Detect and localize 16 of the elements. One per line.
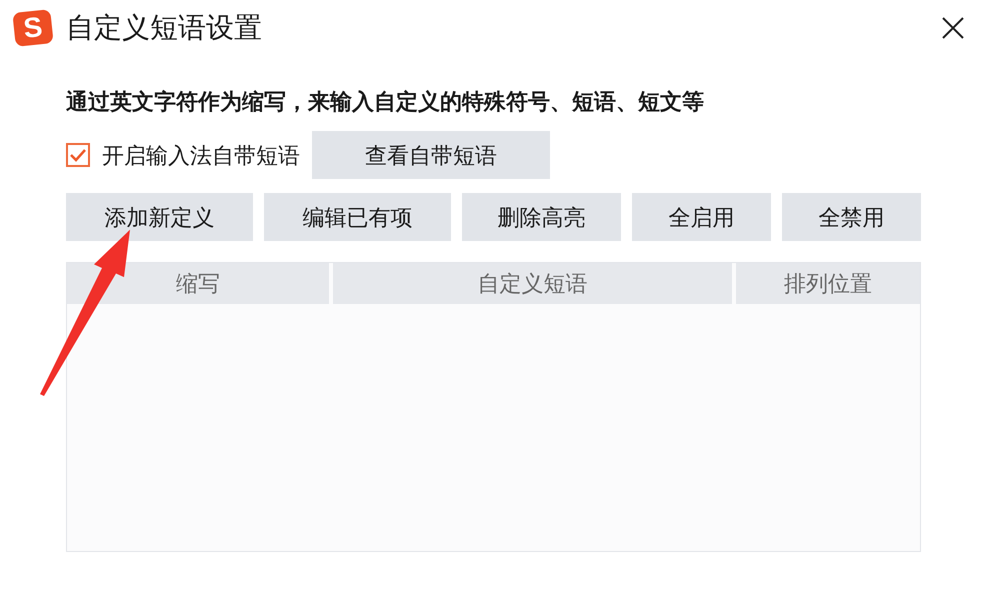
description: 通过英文字符作为缩写，来输入自定义的特殊符号、短语、短文等 bbox=[66, 88, 705, 116]
view-builtin-button[interactable]: 查看自带短语 bbox=[312, 131, 550, 179]
column-header[interactable]: 排列位置 bbox=[736, 263, 920, 304]
checkbox-label: 开启输入法自带短语 bbox=[102, 142, 300, 170]
toolbar-button[interactable]: 添加新定义 bbox=[66, 193, 253, 241]
checkbox[interactable] bbox=[66, 143, 90, 167]
logo: S bbox=[12, 8, 54, 46]
toolbar-button[interactable]: 全禁用 bbox=[782, 193, 921, 241]
window-title: 自定义短语设置 bbox=[66, 10, 262, 44]
check-icon bbox=[69, 148, 87, 162]
toolbar-button[interactable]: 编辑已有项 bbox=[264, 193, 451, 241]
toolbar-button[interactable]: 删除高亮 bbox=[462, 193, 621, 241]
column-header[interactable]: 自定义短语 bbox=[333, 263, 732, 304]
column-header[interactable]: 缩写 bbox=[67, 263, 329, 304]
toolbar-button[interactable]: 全启用 bbox=[632, 193, 771, 241]
close-icon[interactable] bbox=[942, 16, 964, 38]
